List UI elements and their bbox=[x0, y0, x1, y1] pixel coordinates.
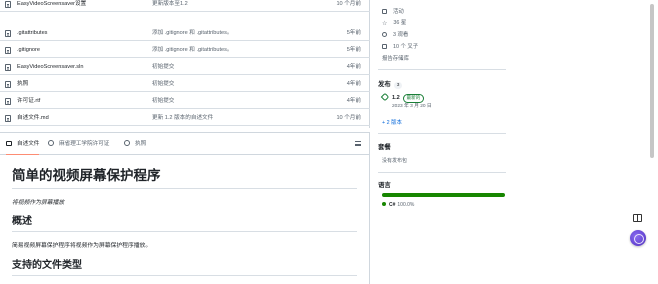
commit-date: 10 个月前 bbox=[336, 1, 361, 7]
commit-message[interactable]: 添加 .gitignore 和 .gitattributes。 bbox=[152, 25, 233, 41]
language-percent: 100.0% bbox=[397, 202, 415, 208]
file-row[interactable]: 执照 初始提交 4年前 bbox=[0, 76, 370, 92]
commit-date: 5年前 bbox=[346, 47, 361, 53]
folder-icon bbox=[5, 0, 11, 8]
commit-date: 10 个月前 bbox=[336, 115, 361, 121]
tab-label: 麻省理工学院许可证 bbox=[59, 141, 110, 147]
heading-overview: 概述 bbox=[12, 215, 357, 232]
releases-heading[interactable]: 发布 3 bbox=[378, 79, 403, 89]
file-name[interactable]: .gitignore bbox=[17, 42, 40, 58]
stars-link[interactable]: ☆ 36 星 bbox=[382, 19, 406, 27]
tab-label: 自述文件 bbox=[17, 141, 40, 147]
commit-message[interactable]: 更新版本至1.2 bbox=[152, 0, 188, 12]
tab-mit-license[interactable]: 麻省理工学院许可证 bbox=[48, 133, 109, 155]
file-icon bbox=[5, 80, 11, 88]
releases-count: 3 bbox=[393, 82, 403, 89]
file-name[interactable]: 许可证.rtf bbox=[17, 93, 40, 109]
language-item[interactable]: C# 100.0% bbox=[382, 202, 414, 208]
page-scrollbar[interactable] bbox=[648, 0, 656, 284]
language-name: C# bbox=[389, 202, 396, 208]
file-name[interactable]: EasyVideoScreensaver设置 bbox=[17, 0, 86, 12]
tab-label: 执照 bbox=[135, 141, 147, 147]
file-name[interactable]: 自述文件.md bbox=[17, 110, 49, 126]
tag-icon bbox=[380, 92, 390, 102]
readme-tagline: 将视频作为屏幕播放 bbox=[12, 200, 65, 206]
no-packages-text: 没有发布包 bbox=[382, 158, 408, 164]
star-icon: ☆ bbox=[382, 20, 388, 27]
file-name[interactable]: 执照 bbox=[17, 76, 28, 92]
file-row[interactable]: .gitattributes 添加 .gitignore 和 .gitattri… bbox=[0, 25, 370, 41]
release-date: 2023 年 3 月 20 日 bbox=[392, 104, 432, 109]
file-icon bbox=[5, 63, 11, 71]
file-row[interactable]: 许可证.rtf 初始提交 4年前 bbox=[0, 93, 370, 109]
divider bbox=[378, 69, 506, 70]
divider bbox=[378, 172, 506, 173]
commit-message[interactable]: 更新 1.2 版本的自述文件 bbox=[152, 110, 213, 126]
stat-label: 3 观看 bbox=[393, 32, 409, 38]
outline-menu-icon[interactable] bbox=[355, 141, 361, 146]
commit-message[interactable]: 初始提交 bbox=[152, 93, 174, 109]
heading-supported-formats: 支持的文件类型 bbox=[12, 259, 357, 276]
reader-mode-icon[interactable] bbox=[633, 214, 642, 222]
scrollbar-thumb[interactable] bbox=[650, 4, 654, 158]
commit-date: 4年前 bbox=[346, 81, 361, 87]
stat-label: 10 个 叉子 bbox=[393, 44, 419, 50]
release-version[interactable]: 1.2 bbox=[392, 95, 400, 101]
file-icon bbox=[5, 46, 11, 54]
activity-link[interactable]: 活动 bbox=[382, 8, 404, 16]
languages-heading: 语言 bbox=[378, 182, 391, 189]
repo-sidebar: 活动 ☆ 36 星 3 观看 10 个 叉子 报告存储库 发布 3 1.2 最新的 … bbox=[378, 0, 510, 284]
readme-title: 简单的视频屏幕保护程序 bbox=[12, 167, 357, 189]
commit-date: 4年前 bbox=[346, 98, 361, 104]
book-icon bbox=[6, 140, 12, 146]
watchers-link[interactable]: 3 观看 bbox=[382, 31, 408, 39]
file-row[interactable]: EasyVideoScreensaver设置 更新版本至1.2 10 个月前 bbox=[0, 0, 370, 12]
divider bbox=[378, 133, 506, 134]
packages-heading[interactable]: 套餐 bbox=[378, 142, 391, 151]
commit-message[interactable]: 初始提交 bbox=[152, 76, 174, 92]
file-name[interactable]: .gitattributes bbox=[17, 25, 47, 41]
law-icon bbox=[48, 139, 54, 146]
releases-label: 发布 bbox=[378, 81, 391, 88]
commit-message[interactable]: 添加 .gitignore 和 .gitattributes。 bbox=[152, 42, 233, 58]
eye-icon bbox=[382, 31, 387, 37]
readme-panel: 自述文件 麻省理工学院许可证 执照 简单的视频屏幕保护程序 将视频作为屏幕播放 … bbox=[0, 132, 370, 284]
forks-link[interactable]: 10 个 叉子 bbox=[382, 43, 418, 51]
stat-label: 36 星 bbox=[393, 20, 407, 26]
overview-paragraph: 简易视频屏幕保护程序将视频作为屏幕保护程序播放。 bbox=[12, 243, 152, 249]
file-row[interactable]: .gitignore 添加 .gitignore 和 .gitattribute… bbox=[0, 42, 370, 58]
stat-label: 活动 bbox=[393, 9, 404, 15]
file-list: EasyVideoScreensaver设置 更新版本至1.2 10 个月前 .… bbox=[0, 0, 370, 128]
pulse-icon bbox=[382, 8, 387, 14]
file-row[interactable]: EasyVideoScreensaver.sln 初始提交 4年前 bbox=[0, 59, 370, 75]
commit-date: 5年前 bbox=[346, 30, 361, 36]
language-bar bbox=[382, 193, 505, 197]
file-row[interactable]: 自述文件.md 更新 1.2 版本的自述文件 10 个月前 bbox=[0, 110, 370, 126]
language-color-dot bbox=[382, 202, 386, 206]
tab-readme[interactable]: 自述文件 bbox=[6, 133, 40, 155]
law-icon bbox=[124, 139, 130, 146]
commit-date: 4年前 bbox=[346, 64, 361, 70]
fork-icon bbox=[382, 43, 387, 49]
tab-license[interactable]: 执照 bbox=[124, 133, 146, 155]
report-repository-link[interactable]: 报告存储库 bbox=[382, 55, 409, 63]
readme-tabs: 自述文件 麻省理工学院许可证 执照 bbox=[0, 133, 369, 155]
file-icon bbox=[5, 114, 11, 122]
file-icon bbox=[5, 29, 11, 37]
more-releases-link[interactable]: + 2 版本 bbox=[382, 118, 402, 126]
file-name[interactable]: EasyVideoScreensaver.sln bbox=[17, 59, 83, 75]
assistant-icon[interactable] bbox=[630, 230, 646, 246]
file-icon bbox=[5, 97, 11, 105]
commit-message[interactable]: 初始提交 bbox=[152, 59, 174, 75]
